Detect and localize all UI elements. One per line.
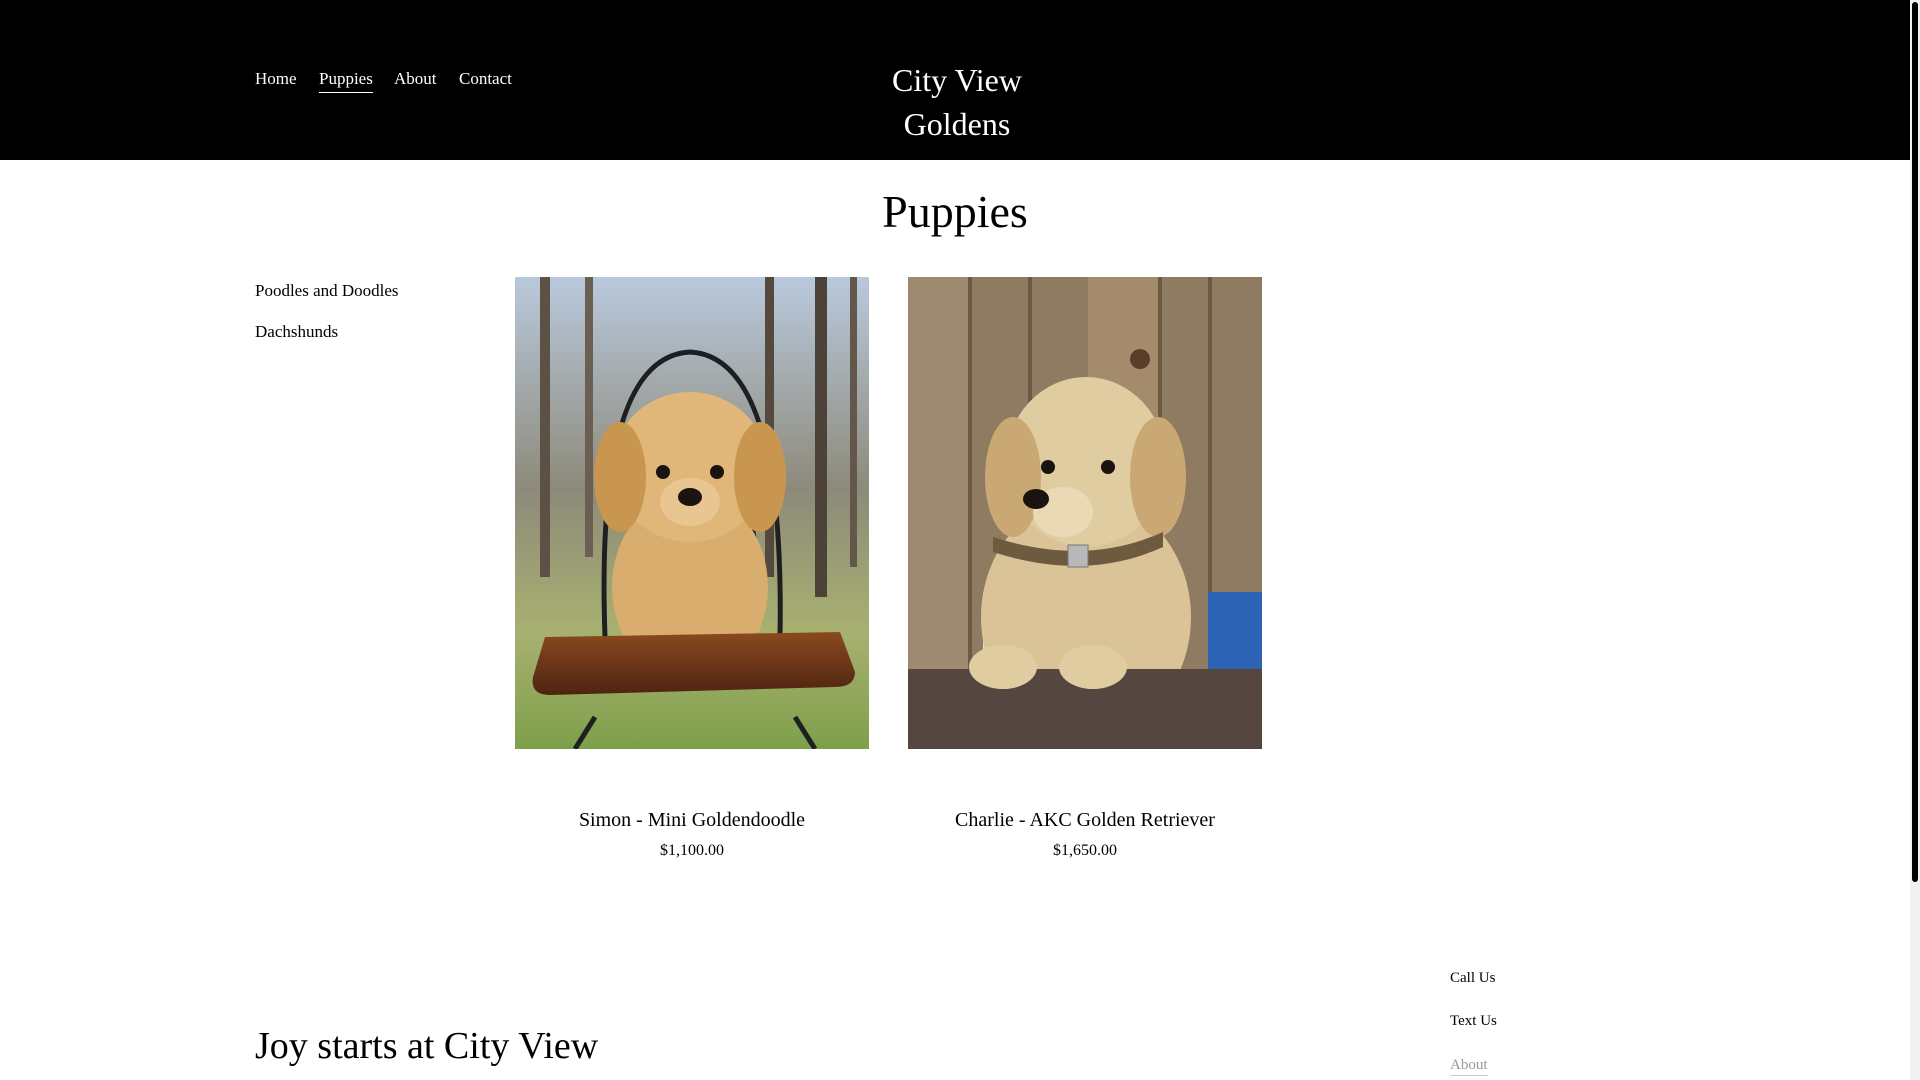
- puppy-in-box-photo[interactable]: [908, 277, 1262, 749]
- product-card-simon[interactable]: Simon - Mini Goldendoodle $1,100.00: [515, 277, 869, 861]
- scrollbar-thumb[interactable]: [1912, 2, 1918, 882]
- product-price: $1,100.00: [660, 842, 724, 859]
- site-header: Home Puppies About Contact City View Gol…: [0, 0, 1910, 160]
- category-dachshunds[interactable]: Dachshunds: [255, 321, 338, 343]
- footer-about-link[interactable]: About: [1450, 1055, 1488, 1076]
- text-us-link[interactable]: Text Us: [1450, 1011, 1497, 1031]
- product-name[interactable]: Simon - Mini Goldendoodle: [515, 807, 869, 833]
- site-title-link[interactable]: City View Goldens: [835, 58, 1079, 146]
- nav-about-link[interactable]: About: [394, 68, 437, 90]
- call-us-link[interactable]: Call Us: [1450, 968, 1495, 988]
- footer-tagline: Joy starts at City View: [255, 1025, 599, 1067]
- product-name[interactable]: Charlie - AKC Golden Retriever: [908, 807, 1262, 833]
- nav-puppies-link[interactable]: Puppies: [319, 68, 373, 93]
- nav-contact-link[interactable]: Contact: [459, 68, 512, 90]
- puppy-on-chair-image: [515, 277, 869, 749]
- puppy-in-box-image: [908, 277, 1262, 749]
- product-card-charlie[interactable]: Charlie - AKC Golden Retriever $1,650.00: [908, 277, 1262, 861]
- nav-home-link[interactable]: Home: [255, 68, 297, 90]
- page-title: Puppies: [882, 186, 1028, 237]
- page-scrollbar[interactable]: [1910, 0, 1920, 1080]
- puppy-on-chair-photo[interactable]: [515, 277, 869, 749]
- product-price: $1,650.00: [1053, 842, 1117, 859]
- category-poodles-and-doodles[interactable]: Poodles and Doodles: [255, 280, 399, 302]
